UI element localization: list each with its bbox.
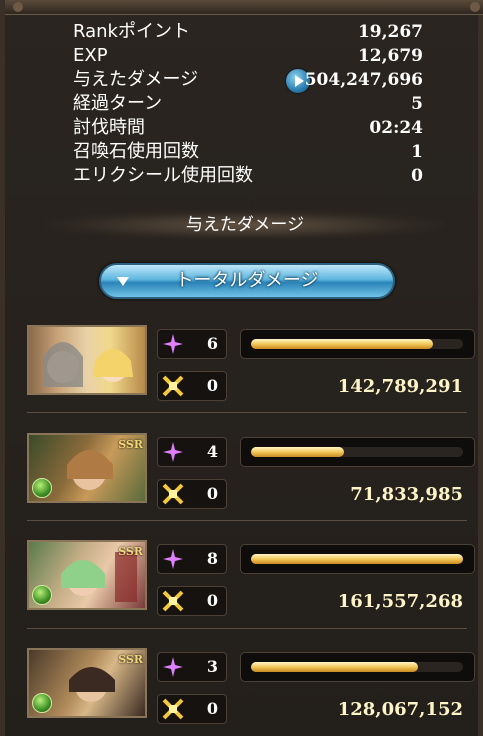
action-count-value: 8 xyxy=(206,549,218,568)
action-count: 8 xyxy=(157,544,227,574)
character-portrait[interactable]: SSR xyxy=(27,540,147,610)
stat-elixir-uses: エリクシール使用回数 0 xyxy=(73,164,423,188)
action-count-value: 4 xyxy=(206,442,218,461)
stat-label: 召喚石使用回数 xyxy=(73,141,199,162)
action-count: 3 xyxy=(157,652,227,682)
critical-count: 0 xyxy=(157,586,227,616)
sparkle-icon xyxy=(163,442,183,462)
wind-element-icon xyxy=(32,585,52,605)
character-card: SSR 3 0 128,067,152 xyxy=(27,648,475,728)
stat-rank-points: Rankポイント 19,267 xyxy=(73,20,423,44)
critical-count-value: 0 xyxy=(206,484,218,503)
burst-icon xyxy=(162,590,184,612)
stat-label: 討伐時間 xyxy=(73,117,145,138)
stat-value: 19,267 xyxy=(357,22,423,42)
critical-count-value: 0 xyxy=(206,699,218,718)
damage-value: 71,833,985 xyxy=(350,484,463,505)
critical-count: 0 xyxy=(157,371,227,401)
damage-value: 142,789,291 xyxy=(337,376,463,397)
stat-value: 0 xyxy=(411,166,423,186)
action-count-value: 6 xyxy=(206,334,218,353)
character-portrait[interactable]: SSR xyxy=(27,433,147,503)
rarity-badge: SSR xyxy=(118,545,143,558)
divider xyxy=(27,628,467,629)
sparkle-icon xyxy=(163,657,183,677)
divider xyxy=(27,412,467,413)
stat-label: 与えたダメージ xyxy=(73,69,199,90)
damage-bar-fill xyxy=(251,339,434,349)
stat-value: 504,247,696 xyxy=(304,70,423,90)
stat-label: Rankポイント xyxy=(73,21,190,42)
stat-value: 1 xyxy=(411,142,423,162)
critical-count: 0 xyxy=(157,479,227,509)
critical-count: 0 xyxy=(157,694,227,724)
damage-bar-fill xyxy=(251,554,463,564)
top-ornament-bar xyxy=(5,0,483,15)
wind-element-icon xyxy=(32,478,52,498)
damage-type-dropdown[interactable]: トータルダメージ xyxy=(99,263,395,299)
ornament-icon xyxy=(13,2,23,12)
divider xyxy=(27,520,467,521)
action-count-value: 3 xyxy=(206,657,218,676)
character-card: 6 0 142,789,291 xyxy=(27,325,475,405)
damage-value: 128,067,152 xyxy=(337,699,463,720)
ornament-icon xyxy=(470,2,480,12)
stat-label: 経過ターン xyxy=(73,93,163,114)
sparkle-icon xyxy=(163,549,183,569)
burst-icon xyxy=(162,483,184,505)
stat-value: 12,679 xyxy=(357,46,423,66)
stat-label: EXP xyxy=(73,45,108,66)
stat-summon-uses: 召喚石使用回数 1 xyxy=(73,140,423,164)
stat-damage-dealt: 与えたダメージ 504,247,696 xyxy=(73,68,423,93)
character-portrait[interactable]: SSR xyxy=(27,648,147,718)
stat-time: 討伐時間 02:24 xyxy=(73,116,423,140)
stat-exp: EXP 12,679 xyxy=(73,44,423,68)
action-count: 6 xyxy=(157,329,227,359)
damage-bar-fill xyxy=(251,662,419,672)
damage-value: 161,557,268 xyxy=(337,591,463,612)
burst-icon xyxy=(162,375,184,397)
character-card: SSR 4 0 71,833,985 xyxy=(27,433,475,513)
action-count: 4 xyxy=(157,437,227,467)
sparkle-icon xyxy=(163,334,183,354)
damage-bar xyxy=(240,652,475,682)
dropdown-label: トータルダメージ xyxy=(175,270,319,291)
results-panel: Rankポイント 19,267 EXP 12,679 与えたダメージ 504,2… xyxy=(0,0,483,736)
wind-element-icon xyxy=(32,693,52,713)
stat-value: 02:24 xyxy=(369,118,423,138)
stat-value: 5 xyxy=(411,94,423,114)
section-title: 与えたダメージ xyxy=(45,210,445,240)
damage-bar xyxy=(240,329,475,359)
damage-bar xyxy=(240,544,475,574)
portrait-art-icon xyxy=(43,342,133,387)
rarity-badge: SSR xyxy=(118,438,143,451)
character-portrait[interactable] xyxy=(27,325,147,395)
stat-turns: 経過ターン 5 xyxy=(73,92,423,116)
character-card: SSR 8 0 161,557,268 xyxy=(27,540,475,620)
damage-bar xyxy=(240,437,475,467)
critical-count-value: 0 xyxy=(206,376,218,395)
damage-bar-fill xyxy=(251,447,345,457)
rarity-badge: SSR xyxy=(118,653,143,666)
stat-label: エリクシール使用回数 xyxy=(73,165,253,186)
burst-icon xyxy=(162,698,184,720)
critical-count-value: 0 xyxy=(206,591,218,610)
